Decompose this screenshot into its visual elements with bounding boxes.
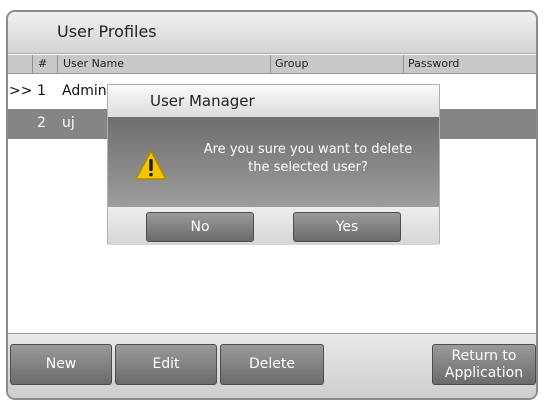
- column-number: #: [38, 57, 48, 70]
- user-profiles-screen: User Profiles # User Name Group Password…: [6, 10, 538, 400]
- column-user-name: User Name: [63, 57, 125, 70]
- table-header: # User Name Group Password: [8, 55, 536, 74]
- column-password: Password: [408, 57, 460, 70]
- delete-button-label: Delete: [249, 356, 295, 372]
- dialog-body: Are you sure you want to delete the sele…: [108, 117, 439, 207]
- column-separator: [403, 55, 404, 74]
- row-number: 2: [37, 115, 46, 131]
- no-button[interactable]: No: [146, 212, 254, 242]
- edit-button-label: Edit: [152, 356, 180, 372]
- user-manager-dialog: User Manager Are you sure you want to de…: [107, 84, 440, 245]
- return-label-line1: Return to: [451, 347, 517, 364]
- dialog-title-bar: User Manager: [108, 85, 439, 117]
- column-separator: [32, 55, 33, 74]
- column-group: Group: [275, 57, 309, 70]
- row-marker: >>: [9, 83, 33, 99]
- dialog-footer: No Yes: [108, 207, 439, 245]
- no-button-label: No: [190, 218, 210, 235]
- dialog-message: Are you sure you want to delete the sele…: [188, 141, 428, 177]
- return-label-line2: Application: [444, 364, 524, 381]
- yes-button[interactable]: Yes: [293, 212, 401, 242]
- bottom-toolbar: New Edit Delete Return to Application: [8, 333, 536, 398]
- row-user-name: Admin: [62, 83, 107, 99]
- delete-button[interactable]: Delete: [220, 344, 324, 385]
- edit-button[interactable]: Edit: [115, 344, 217, 385]
- row-number: 1: [37, 83, 46, 99]
- new-button-label: New: [45, 356, 77, 372]
- dialog-message-line2: the selected user?: [248, 160, 368, 175]
- dialog-message-line1: Are you sure you want to delete: [203, 142, 413, 157]
- row-user-name: uj: [62, 115, 75, 131]
- warning-icon: [135, 150, 167, 180]
- page-title: User Profiles: [57, 22, 157, 41]
- title-bar: User Profiles: [8, 12, 536, 54]
- dialog-title: User Manager: [150, 92, 255, 110]
- return-to-application-button[interactable]: Return to Application: [432, 344, 536, 385]
- column-separator: [57, 55, 58, 74]
- yes-button-label: Yes: [335, 218, 359, 235]
- new-button[interactable]: New: [10, 344, 112, 385]
- column-separator: [270, 55, 271, 74]
